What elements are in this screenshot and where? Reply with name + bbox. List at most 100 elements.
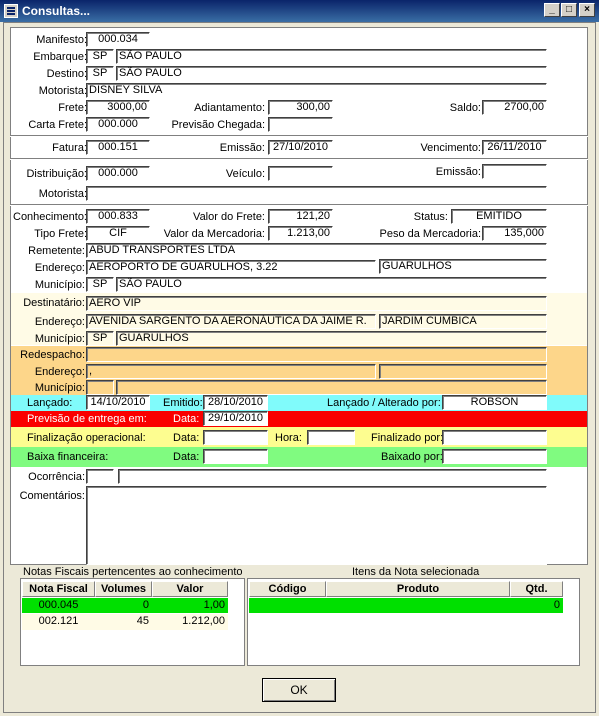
- notas-header-nota[interactable]: Nota Fiscal: [22, 581, 95, 597]
- emissao-label: Emissão:: [219, 142, 265, 154]
- remetente-cidade-field[interactable]: SÃO PAULO: [116, 277, 547, 292]
- tipo-frete-field[interactable]: CIF: [86, 226, 150, 241]
- remetente-bairro-field[interactable]: GUARULHOS: [379, 259, 547, 274]
- motorista-distribuicao-field[interactable]: [86, 186, 547, 201]
- remetente-municipio-label: Município:: [34, 279, 85, 291]
- comentarios-textarea[interactable]: [86, 486, 547, 565]
- status-label: Status:: [413, 211, 448, 223]
- adiantamento-field[interactable]: 300,00: [268, 100, 333, 115]
- ok-button[interactable]: OK: [262, 678, 336, 702]
- previsao-entrega-data-field[interactable]: 29/10/2010: [203, 411, 268, 426]
- destinatario-endereco-field[interactable]: AVENIDA SARGENTO DA AERONÁUTICA DA JAIME…: [86, 314, 376, 329]
- destinatario-bairro-field[interactable]: JARDIM CUMBICA: [379, 314, 547, 329]
- comentarios-label: Comentários:: [19, 490, 85, 502]
- redespacho-cidade-field[interactable]: [116, 380, 547, 395]
- notas-header-valor[interactable]: Valor: [152, 581, 228, 597]
- valor-mercadoria-field[interactable]: 1.213,00: [268, 226, 333, 241]
- close-button[interactable]: ×: [579, 3, 595, 17]
- conhecimento-label: Conhecimento:: [13, 211, 87, 223]
- valor-mercadoria-label: Valor da Mercadoria:: [163, 228, 265, 240]
- maximize-button[interactable]: □: [561, 3, 577, 17]
- finalizado-por-label: Finalizado por:: [371, 432, 444, 444]
- separator: [10, 135, 588, 137]
- manifesto-label: Manifesto:: [36, 34, 87, 46]
- finalizacao-hora-field[interactable]: [307, 430, 355, 445]
- destinatario-uf-field[interactable]: SP: [86, 331, 114, 346]
- destinatario-label: Destinatário:: [23, 297, 85, 309]
- embarque-city-field[interactable]: SÃO PAULO: [116, 49, 547, 64]
- status-field[interactable]: EMITIDO: [451, 209, 547, 224]
- destino-city-field[interactable]: SÃO PAULO: [116, 66, 547, 81]
- manifesto-field[interactable]: 000.034: [86, 32, 150, 47]
- emitido-label: Emitido:: [163, 397, 203, 409]
- embarque-uf-field[interactable]: SP: [86, 49, 114, 64]
- itens-title: Itens da Nota selecionada: [352, 566, 480, 578]
- emitido-field[interactable]: 28/10/2010: [203, 395, 268, 410]
- remetente-endereco-field[interactable]: AEROPORTO DE GUARULHOS, 3.22: [86, 260, 376, 275]
- baixa-data-label: Data:: [173, 451, 200, 463]
- window-title: Consultas...: [22, 4, 91, 18]
- alterado-por-label: Lançado / Alterado por:: [327, 397, 441, 409]
- peso-mercadoria-label: Peso da Mercadoria:: [379, 228, 482, 240]
- ocorrencia-code-field[interactable]: [86, 469, 114, 484]
- frete-label: Frete:: [58, 102, 87, 114]
- baixa-label: Baixa financeira:: [27, 451, 109, 463]
- previsao-chegada-field[interactable]: [268, 117, 333, 132]
- destinatario-field[interactable]: AERO VIP: [86, 296, 547, 311]
- itens-header-qtd[interactable]: Qtd.: [510, 581, 563, 597]
- saldo-label: Saldo:: [449, 102, 481, 114]
- redespacho-label: Redespacho:: [20, 349, 85, 361]
- vencimento-field[interactable]: 26/11/2010: [482, 140, 547, 155]
- destino-uf-field[interactable]: SP: [86, 66, 114, 81]
- fatura-label: Fatura:: [52, 142, 87, 154]
- valor-frete-field[interactable]: 121,20: [268, 209, 333, 224]
- app-icon: [4, 4, 18, 18]
- lancado-field[interactable]: 14/10/2010: [86, 395, 150, 410]
- emissao-field[interactable]: 27/10/2010: [268, 140, 333, 155]
- veiculo-field[interactable]: [268, 166, 333, 181]
- ocorrencia-desc-field[interactable]: [118, 469, 547, 484]
- itens-header-codigo[interactable]: Código: [249, 581, 326, 597]
- redespacho-endereco-label: Endereço:: [34, 366, 85, 378]
- redespacho-field[interactable]: [86, 347, 547, 362]
- fatura-field[interactable]: 000.151: [86, 140, 150, 155]
- redespacho-endereco-field[interactable]: ,: [86, 364, 376, 379]
- minimize-button[interactable]: _: [544, 3, 560, 17]
- redespacho-municipio-label: Município:: [34, 382, 85, 394]
- destinatario-endereco-label: Endereço:: [34, 316, 85, 328]
- nota-cell: 000.045: [38, 599, 79, 611]
- baixa-data-field[interactable]: [203, 449, 268, 464]
- motorista-label: Motorista:: [38, 85, 87, 97]
- frete-field[interactable]: 3000,00: [86, 100, 150, 115]
- destinatario-cidade-field[interactable]: GUARULHOS: [116, 331, 547, 346]
- itens-header-produto[interactable]: Produto: [326, 581, 510, 597]
- remetente-field[interactable]: ABUD TRANSPORTES LTDA: [86, 243, 547, 258]
- remetente-uf-field[interactable]: SP: [86, 277, 114, 292]
- veiculo-label: Veículo:: [225, 168, 265, 180]
- baixado-por-field[interactable]: [442, 449, 547, 464]
- notas-header-volumes[interactable]: Volumes: [95, 581, 152, 597]
- redespacho-uf-field[interactable]: [86, 380, 114, 395]
- adiantamento-label: Adiantamento:: [194, 102, 265, 114]
- conhecimento-field[interactable]: 000.833: [86, 209, 150, 224]
- finalizacao-data-field[interactable]: [203, 430, 268, 445]
- distribuicao-field[interactable]: 000.000: [86, 166, 150, 181]
- peso-mercadoria-field[interactable]: 135,000: [482, 226, 547, 241]
- valor-cell: 1,00: [203, 599, 225, 611]
- alterado-por-field[interactable]: ROBSON: [442, 395, 547, 410]
- saldo-field[interactable]: 2700,00: [482, 100, 547, 115]
- valor-cell: 1.212,00: [182, 615, 225, 627]
- remetente-label: Remetente:: [28, 245, 85, 257]
- emissao-distribuicao-field[interactable]: [482, 164, 547, 179]
- carta-frete-field[interactable]: 000.000: [86, 117, 150, 132]
- previsao-entrega-label: Previsão de entrega em:: [27, 413, 147, 425]
- finalizado-por-field[interactable]: [442, 430, 547, 445]
- destinatario-municipio-label: Município:: [34, 333, 85, 345]
- separator: [10, 158, 588, 160]
- embarque-label: Embarque:: [33, 51, 87, 63]
- previsao-entrega-data-label: Data:: [173, 413, 200, 425]
- redespacho-bairro-field[interactable]: [379, 364, 547, 379]
- motorista-field[interactable]: DISNEY SILVA: [86, 83, 547, 98]
- finalizacao-label: Finalização operacional:: [27, 432, 146, 444]
- previsao-chegada-label: Previsão Chegada:: [171, 119, 265, 131]
